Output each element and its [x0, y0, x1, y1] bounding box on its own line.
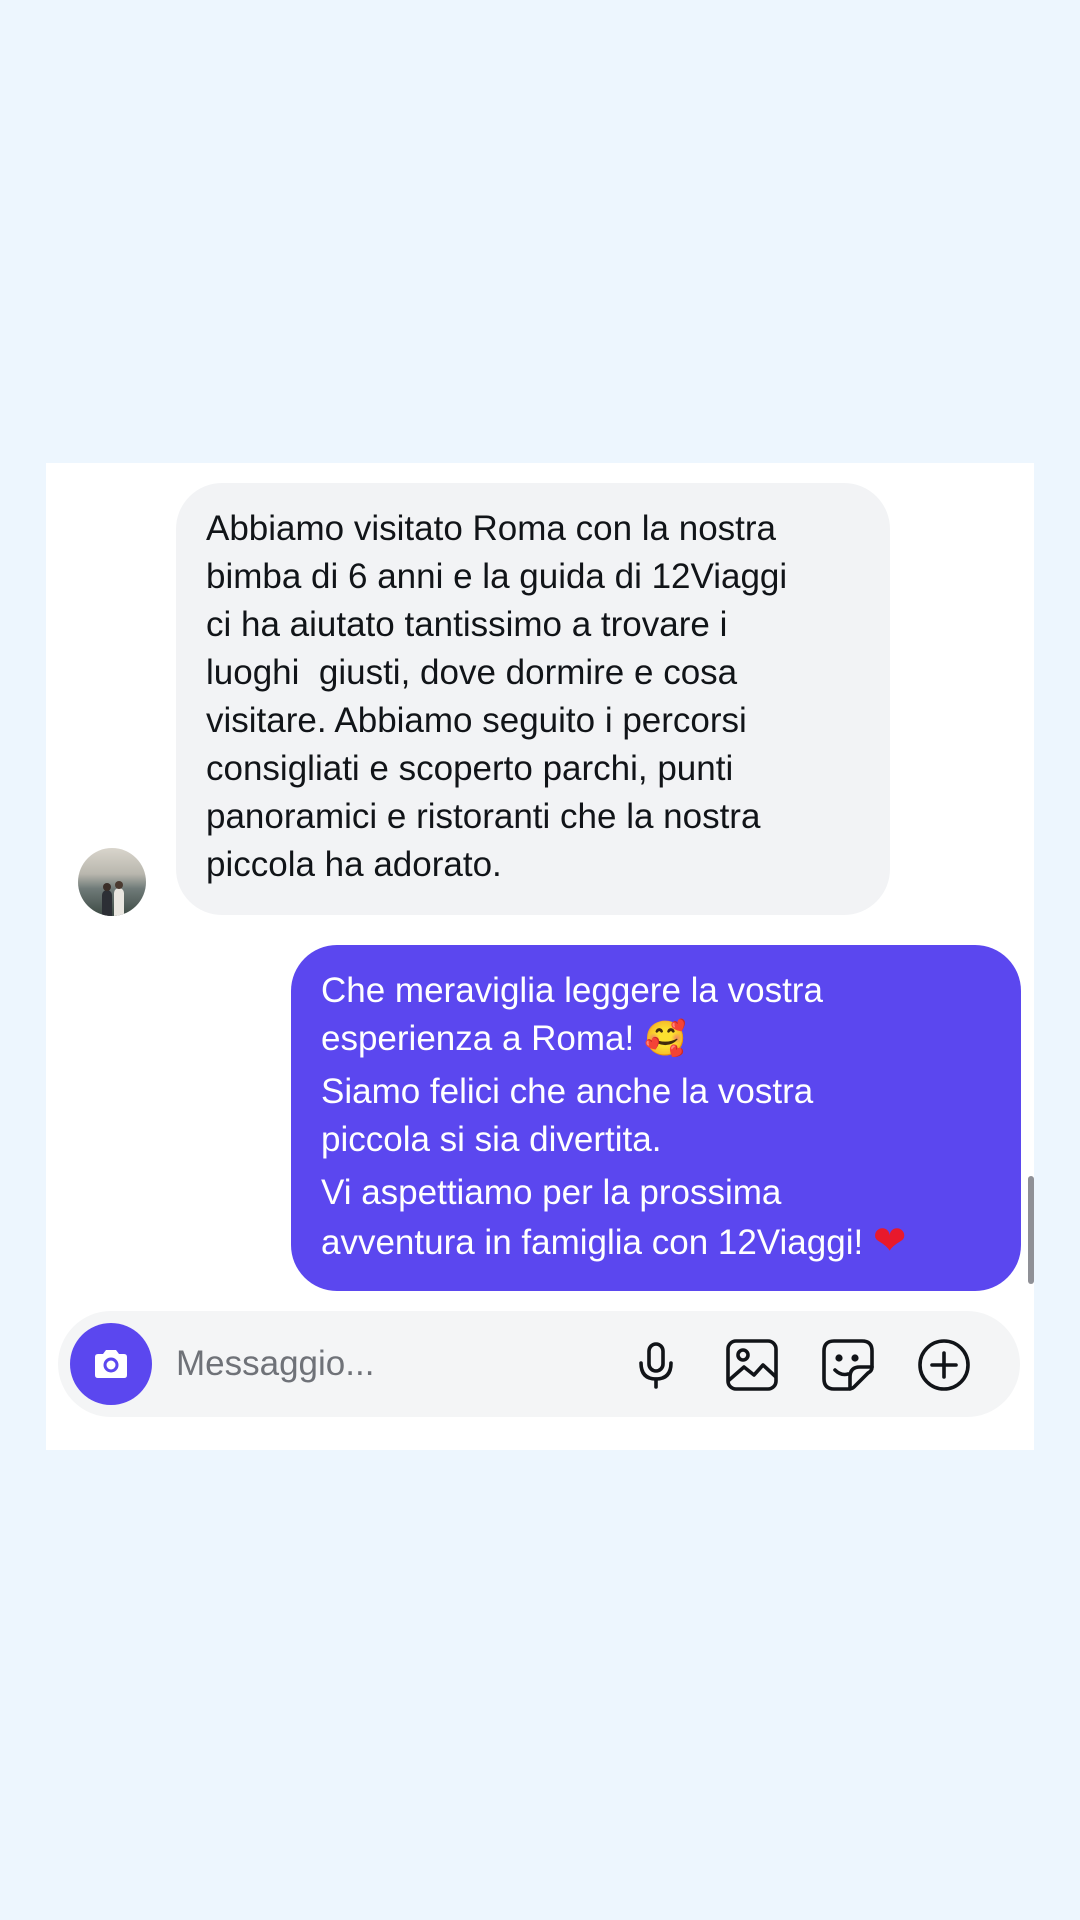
- outgoing-message-bubble[interactable]: Che meraviglia leggere la vostra esperie…: [291, 945, 1021, 1291]
- camera-icon: [95, 1350, 127, 1378]
- message-line: avventura in famiglia con 12Viaggi! ❤: [321, 1219, 907, 1263]
- sender-avatar[interactable]: [78, 848, 146, 916]
- camera-button[interactable]: [70, 1323, 152, 1405]
- message-line: Che meraviglia leggere la vostra: [321, 971, 823, 1010]
- smiling-hearts-emoji: 🥰: [643, 1020, 687, 1058]
- incoming-message-bubble[interactable]: Abbiamo visitato Roma con la nostra bimb…: [176, 483, 890, 915]
- message-line: consigliati e scoperto parchi, punti: [206, 749, 734, 788]
- message-line: Vi aspettiamo per la prossima: [321, 1173, 782, 1212]
- message-line: Siamo felici che anche la vostra: [321, 1072, 814, 1111]
- plus-circle-icon: [918, 1339, 970, 1391]
- message-line: luoghi giusti, dove dormire e cosa: [206, 653, 738, 692]
- microphone-icon: [639, 1342, 673, 1389]
- sticker-icon: [822, 1339, 874, 1391]
- red-heart-emoji: ❤: [872, 1219, 907, 1263]
- message-line: piccola ha adorato.: [206, 845, 502, 884]
- message-line: Abbiamo visitato Roma con la nostra: [206, 509, 776, 548]
- microphone-button[interactable]: [628, 1337, 684, 1393]
- gallery-button[interactable]: [724, 1337, 780, 1393]
- message-line: piccola si sia divertita.: [321, 1120, 662, 1159]
- image-icon: [726, 1339, 778, 1391]
- message-line: bimba di 6 anni e la guida di 12Viaggi: [206, 557, 788, 596]
- chat-panel: Abbiamo visitato Roma con la nostra bimb…: [46, 463, 1034, 1450]
- sticker-button[interactable]: [820, 1337, 876, 1393]
- message-input[interactable]: [176, 1339, 506, 1389]
- message-composer: [58, 1311, 1020, 1417]
- message-line: visitare. Abbiamo seguito i percorsi: [206, 701, 747, 740]
- more-button[interactable]: [916, 1337, 972, 1393]
- message-line: ci ha aiutato tantissimo a trovare i: [206, 605, 728, 644]
- message-line: panoramici e ristoranti che la nostra: [206, 797, 761, 836]
- message-line: esperienza a Roma! 🥰: [321, 1019, 687, 1058]
- scrollbar[interactable]: [1028, 1176, 1034, 1284]
